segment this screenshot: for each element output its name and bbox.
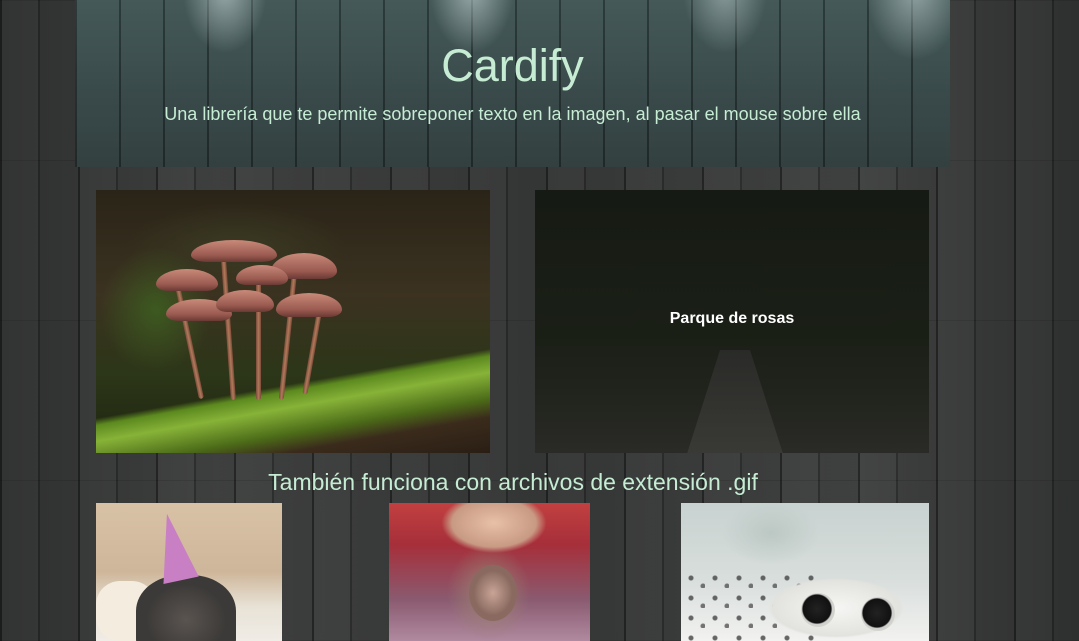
gif-card-monkey[interactable] — [389, 503, 590, 641]
image-card-rose-park[interactable]: Parque de rosas — [535, 190, 929, 453]
page-header: Cardify Una librería que te permite sobr… — [75, 0, 950, 167]
gecko-eye-image — [801, 593, 835, 627]
card-overlay-text: Parque de rosas — [669, 310, 795, 327]
page-title: Cardify — [441, 40, 584, 91]
gecko-image — [741, 568, 929, 641]
gecko-eye-image — [861, 597, 895, 631]
cat-image — [136, 575, 236, 641]
gif-section-title: También funciona con archivos de extensi… — [268, 469, 758, 495]
page-subtitle: Una librería que te permite sobreponer t… — [164, 104, 861, 124]
gif-card-gecko[interactable] — [681, 503, 929, 641]
gif-card-cat[interactable] — [96, 503, 282, 641]
image-card-mushrooms[interactable] — [96, 190, 490, 453]
mushroom-cluster-image — [156, 235, 356, 405]
monkey-image — [469, 565, 517, 621]
party-hat-image — [149, 510, 199, 584]
park-path-image-part — [685, 350, 785, 453]
hands-image-part — [419, 503, 569, 563]
